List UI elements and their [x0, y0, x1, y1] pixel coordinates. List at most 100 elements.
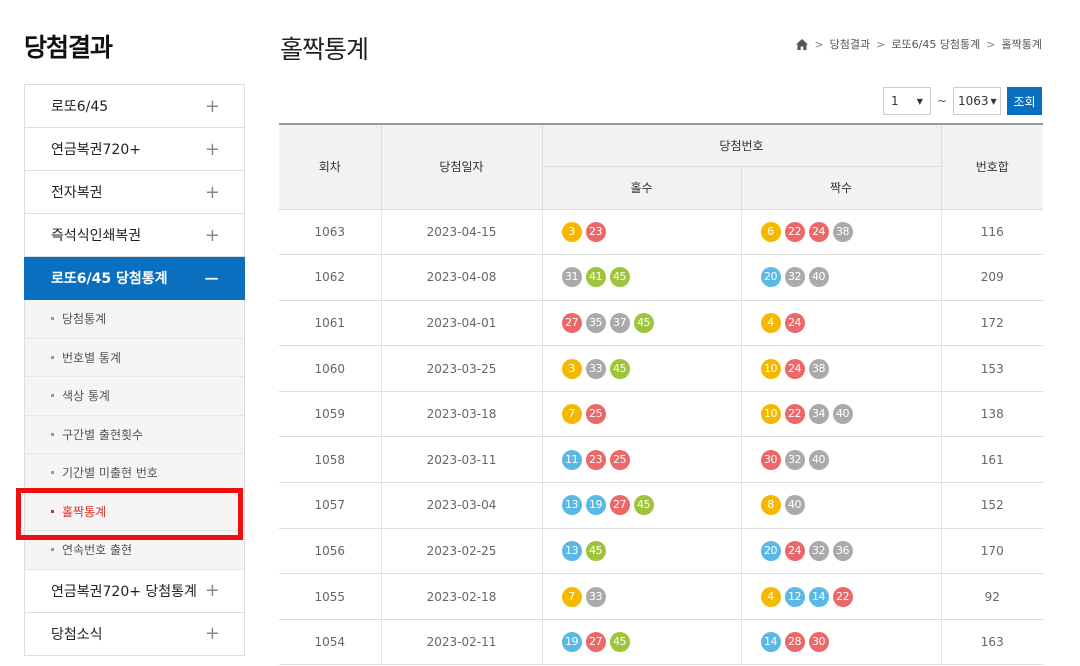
submenu-label: 기간별 미출현 번호	[62, 466, 158, 481]
breadcrumb-item[interactable]: 당첨결과	[830, 36, 870, 52]
bullet-icon	[51, 548, 54, 552]
lotto-ball: 30	[760, 449, 781, 470]
lotto-ball: 33	[585, 358, 606, 379]
header-even: 짝수	[740, 165, 941, 210]
lotto-ball: 24	[784, 358, 805, 379]
submenu-item-consecutive[interactable]: 연속번호 출현	[25, 531, 244, 570]
even-numbers-cell: 20 32 40	[740, 254, 942, 301]
lotto-ball: 7	[561, 586, 582, 607]
lotto-ball: 20	[760, 540, 781, 561]
lotto-ball: 40	[808, 449, 829, 470]
date-cell: 2023-03-18	[380, 391, 543, 438]
submenu-label: 홀짝통계	[62, 504, 107, 519]
sidebar-item-pension-stats[interactable]: 연금복권720+ 당첨통계 +	[24, 569, 245, 613]
page: 당첨결과 로또6/45 + 연금복권720+ + 전자복권 + 즉석식인쇄복권 …	[0, 0, 1080, 666]
submenu-item-win-stats[interactable]: 당첨통계	[25, 300, 244, 339]
submenu-label: 당첨통계	[62, 312, 107, 327]
table-row: 1058 2023-03-11 11 23 25 30 32 40 161	[279, 436, 1043, 484]
sum-cell: 209	[940, 254, 1043, 301]
sidebar-item-label: 전자복권	[51, 185, 103, 201]
expand-icon: +	[204, 580, 220, 601]
sidebar-item-label: 로또6/45	[51, 99, 109, 115]
odd-numbers-cell: 19 27 45	[541, 619, 742, 666]
sidebar-item-label: 당첨소식	[51, 626, 103, 643]
submenu-item-missing-numbers[interactable]: 기간별 미출현 번호	[25, 454, 244, 493]
date-cell: 2023-02-11	[380, 619, 543, 666]
sum-cell: 138	[940, 391, 1043, 438]
bullet-icon	[51, 509, 54, 513]
lotto-ball: 11	[561, 449, 582, 470]
lotto-ball: 36	[832, 540, 853, 561]
chevron-right-icon: >	[986, 37, 996, 51]
round-cell: 1061	[279, 300, 382, 347]
sidebar-item-pension720[interactable]: 연금복권720+ +	[24, 128, 245, 171]
lotto-ball: 10	[760, 404, 781, 425]
lotto-ball: 14	[760, 632, 781, 653]
round-filter: 1 ▼ ~ 1063 ▼ 조회	[882, 87, 1042, 115]
sum-cell: 92	[940, 573, 1043, 620]
breadcrumb-item[interactable]: 홀짝통계	[1002, 36, 1042, 52]
round-cell: 1062	[279, 254, 382, 301]
expand-icon: +	[204, 623, 220, 644]
submenu-item-range-count[interactable]: 구간별 출현횟수	[25, 416, 244, 454]
sum-cell: 163	[940, 619, 1043, 666]
expand-icon: +	[204, 95, 220, 117]
bullet-icon	[51, 317, 54, 321]
sidebar-item-instant[interactable]: 즉석식인쇄복권 +	[24, 214, 245, 257]
even-numbers-cell: 10 22 34 40	[740, 391, 942, 438]
breadcrumb-item[interactable]: 로또6/45 당첨통계	[891, 36, 980, 52]
round-cell: 1060	[279, 345, 382, 392]
expand-icon: +	[204, 224, 220, 246]
round-to-select[interactable]: 1063 ▼	[953, 87, 1001, 115]
submenu-item-odd-even[interactable]: 홀짝통계	[25, 493, 244, 531]
date-cell: 2023-04-01	[380, 300, 543, 347]
header-numbers: 당첨번호	[541, 123, 942, 167]
sum-cell: 153	[940, 345, 1043, 392]
even-numbers-cell: 4 24	[740, 300, 942, 347]
round-to-value: 1063	[958, 94, 989, 108]
sidebar-item-lotto645[interactable]: 로또6/45 +	[24, 85, 245, 128]
lotto-ball: 35	[585, 312, 606, 333]
even-numbers-cell: 4 12 14 22	[740, 573, 942, 620]
sidebar-item-news[interactable]: 당첨소식 +	[24, 612, 245, 656]
submenu-label: 번호별 통계	[62, 350, 122, 365]
home-icon[interactable]	[796, 38, 809, 50]
lotto-ball: 30	[808, 632, 829, 653]
lotto-ball: 27	[609, 495, 630, 516]
lotto-ball: 45	[633, 495, 654, 516]
lotto-ball: 40	[808, 267, 829, 288]
caret-down-icon: ▼	[990, 96, 997, 106]
lotto-ball: 24	[808, 221, 829, 242]
header-odd: 홀수	[542, 165, 742, 210]
submenu-item-color-stats[interactable]: 색상 통계	[25, 377, 244, 416]
chevron-right-icon: >	[876, 37, 886, 51]
sidebar-item-electronic[interactable]: 전자복권 +	[24, 171, 245, 214]
lotto-ball: 45	[609, 267, 630, 288]
sidebar-item-label: 연금복권720+ 당첨통계	[51, 583, 197, 600]
sidebar-item-lotto-stats[interactable]: 로또6/45 당첨통계 −	[24, 257, 245, 300]
lotto-ball: 31	[561, 267, 582, 288]
lotto-ball: 12	[784, 586, 805, 607]
lotto-ball: 34	[808, 404, 829, 425]
round-cell: 1058	[279, 436, 382, 484]
odd-even-table: 회차 당첨일자 당첨번호 번호합 홀수 짝수 1063 2023-04-15 3 23…	[279, 123, 1043, 666]
lotto-ball: 32	[808, 540, 829, 561]
lotto-ball: 41	[585, 267, 606, 288]
submenu-label: 연속번호 출현	[62, 543, 133, 558]
lotto-ball: 25	[585, 404, 606, 425]
date-cell: 2023-04-08	[380, 254, 543, 301]
table-row: 1054 2023-02-11 19 27 45 14 28 30 163	[279, 619, 1043, 666]
submenu-item-number-stats[interactable]: 번호별 통계	[25, 339, 244, 377]
date-cell: 2023-03-11	[380, 436, 543, 484]
even-numbers-cell: 14 28 30	[740, 619, 942, 666]
date-cell: 2023-03-04	[380, 482, 543, 529]
odd-numbers-cell: 13 19 27 45	[541, 482, 742, 529]
odd-numbers-cell: 7 33	[541, 573, 742, 620]
round-cell: 1055	[279, 573, 382, 620]
lotto-ball: 4	[760, 312, 781, 333]
round-from-select[interactable]: 1 ▼	[882, 87, 931, 115]
search-button[interactable]: 조회	[1007, 87, 1042, 115]
breadcrumb: > 당첨결과 > 로또6/45 당첨통계 > 홀짝통계	[796, 36, 1042, 52]
header-date: 당첨일자	[380, 123, 543, 210]
lotto-ball: 20	[760, 267, 781, 288]
